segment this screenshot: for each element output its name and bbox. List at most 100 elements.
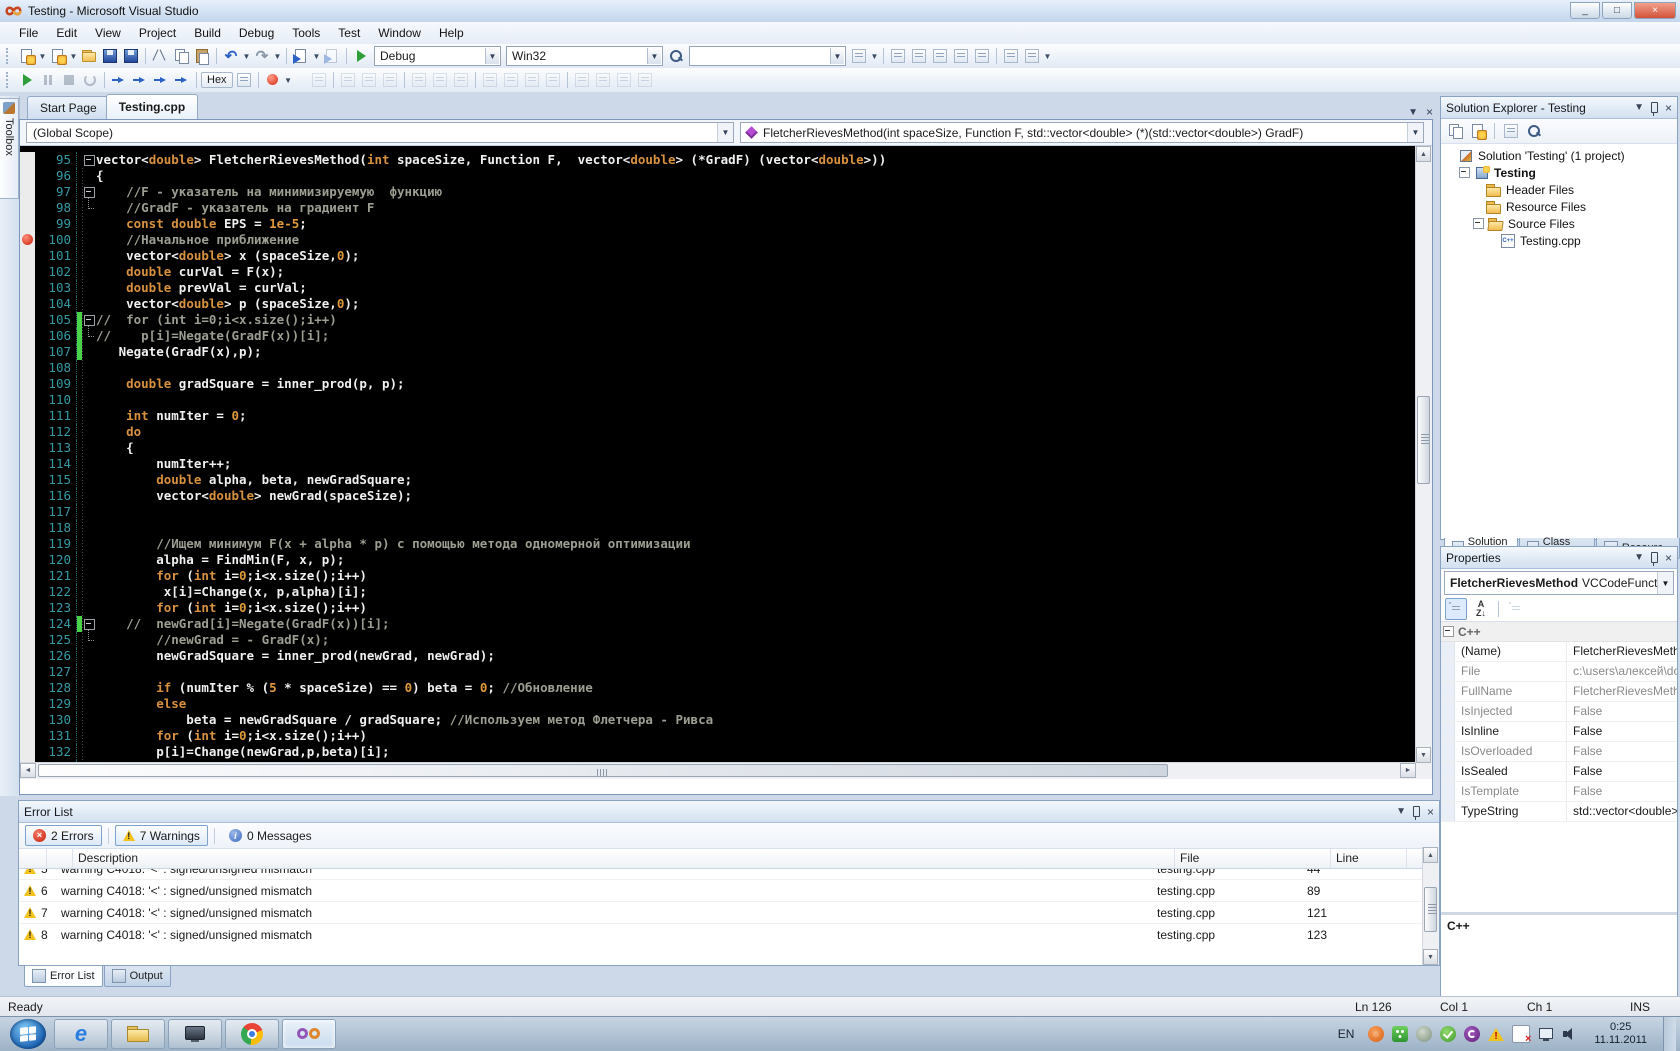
breakpoint-margin[interactable] [20, 360, 35, 376]
code-line[interactable]: 111 int numIter = 0; [20, 408, 886, 424]
breakpoint-margin[interactable] [20, 504, 35, 520]
breakpoint-margin[interactable] [20, 696, 35, 712]
window-position-icon[interactable]: ▼ [1396, 806, 1406, 817]
breakpoint-margin[interactable] [20, 632, 35, 648]
taskbar-internet-explorer[interactable]: e [54, 1019, 108, 1049]
breakpoint-margin[interactable] [20, 664, 35, 680]
continue-icon[interactable] [17, 70, 37, 90]
breakpoint-margin[interactable] [20, 616, 35, 632]
extension-manager-icon[interactable] [1022, 46, 1042, 66]
close-panel-icon[interactable]: × [1665, 551, 1672, 565]
property-row-istemplate[interactable]: IsTemplate False [1441, 782, 1677, 802]
code-line[interactable]: 97 //F - указатель на минимизируемую фун… [20, 184, 886, 200]
tab-testing-cpp[interactable]: Testing.cpp [105, 94, 199, 119]
property-row-fullname[interactable]: FullNameFletcherRievesMethod [1441, 682, 1677, 702]
tray-icon-orange[interactable] [1368, 1026, 1385, 1042]
code-line[interactable]: 112 do [20, 424, 886, 440]
properties-category[interactable]: C++ [1441, 622, 1677, 642]
breakpoint-margin[interactable] [20, 264, 35, 280]
tray-icon-volume[interactable] [1562, 1026, 1578, 1042]
tray-icon-downloader[interactable] [1392, 1026, 1409, 1042]
code-line[interactable]: 99 const double EPS = 1e-5; [20, 216, 886, 232]
code-line[interactable]: 105 // for (int i=0;i<x.size();i++) [20, 312, 886, 328]
save-icon[interactable] [100, 46, 120, 66]
start-page-icon[interactable] [1001, 46, 1021, 66]
chevron-down-icon[interactable]: ▼ [1657, 572, 1673, 594]
property-value[interactable]: False [1567, 762, 1677, 781]
properties-window-icon[interactable] [909, 46, 929, 66]
breakpoint-margin[interactable] [20, 440, 35, 456]
scroll-down-icon[interactable]: ▼ [1416, 747, 1431, 763]
close-panel-icon[interactable]: × [1427, 805, 1434, 819]
solution-platforms-combo[interactable]: Win32 ▼ [506, 46, 663, 66]
property-row-file[interactable]: Filec:\users\алексей\docu [1441, 662, 1677, 682]
paste-icon[interactable] [192, 46, 212, 66]
code-line[interactable]: 107 Negate(GradF(x),p); [20, 344, 886, 360]
step-into-icon[interactable] [130, 70, 150, 90]
code-line[interactable]: 101 vector<double> x (spaceSize,0); [20, 248, 886, 264]
error-row[interactable]: 7 warning C4018: '<' : signed/unsigned mi… [19, 902, 1439, 924]
auto-hide-pin-icon[interactable] [1650, 102, 1658, 116]
view-code-icon[interactable] [1501, 121, 1521, 141]
code-line[interactable]: 124 // newGrad[i]=Negate(GradF(x))[i]; [20, 616, 886, 632]
code-line[interactable]: 96 { [20, 168, 886, 184]
dock-tab-error-list[interactable]: Error List [24, 966, 103, 987]
properties-object-dropdown[interactable]: FletcherRievesMethod VCCodeFunction ▼ [1444, 571, 1674, 595]
scroll-down-icon[interactable]: ▼ [1423, 949, 1438, 965]
properties-title-bar[interactable]: Properties ▼ × [1441, 547, 1677, 569]
property-value[interactable]: False [1567, 702, 1677, 721]
object-browser-icon[interactable] [930, 46, 950, 66]
toolbox-tab[interactable]: Toolbox [0, 98, 19, 199]
tree-item-source-files[interactable]: Source Files [1441, 215, 1677, 232]
taskbar-visual-studio[interactable] [282, 1019, 336, 1049]
show-next-statement-icon[interactable] [109, 70, 129, 90]
breakpoint-margin[interactable] [20, 488, 35, 504]
step-out-icon[interactable] [172, 70, 192, 90]
start-button[interactable] [10, 1019, 46, 1049]
breakpoint-margin[interactable] [20, 744, 35, 760]
code-line[interactable]: 100 //Начальное приближение [20, 232, 886, 248]
redo-icon-dropdown[interactable]: ▼ [273, 46, 282, 66]
breakpoint-margin[interactable] [20, 184, 35, 200]
breakpoint-margin[interactable] [20, 408, 35, 424]
find-in-files-icon-dropdown[interactable]: ▼ [870, 46, 879, 66]
tray-icon-shield-check[interactable] [1440, 1026, 1457, 1042]
taskbar-chrome[interactable] [225, 1019, 279, 1049]
breakpoint-margin[interactable] [20, 344, 35, 360]
code-line[interactable]: 126 newGradSquare = inner_prod(newGrad, … [20, 648, 886, 664]
horizontal-scroll-thumb[interactable] [38, 764, 1168, 777]
code-line[interactable]: 106 // p[i]=Negate(GradF(x))[i]; [20, 326, 886, 344]
window-position-icon[interactable]: ▼ [1634, 102, 1644, 113]
code-line[interactable]: 118 [20, 520, 886, 536]
scroll-left-icon[interactable]: ◄ [20, 763, 36, 778]
tree-item-header-files[interactable]: Header Files [1441, 181, 1677, 198]
find-combo[interactable]: ▼ [689, 46, 846, 66]
collapse-box-icon[interactable] [84, 155, 95, 166]
tray-icon-purple-swirl[interactable] [1464, 1026, 1481, 1042]
code-line[interactable]: 125 //newGrad = - GradF(x); [20, 630, 886, 648]
breakpoint-margin[interactable] [20, 584, 35, 600]
tray-icon-network[interactable] [1538, 1026, 1554, 1042]
property-value[interactable]: std::vector<double> [1567, 802, 1677, 821]
collapse-box-icon[interactable] [84, 187, 95, 198]
toolbar-grip[interactable] [6, 48, 12, 64]
property-row-isoverloaded[interactable]: IsOverloaded False [1441, 742, 1677, 762]
warnings-filter-button[interactable]: 7 Warnings [114, 825, 208, 846]
error-row[interactable]: 8 warning C4018: '<' : signed/unsigned mi… [19, 924, 1439, 942]
error-row[interactable]: 6 warning C4018: '<' : signed/unsigned mi… [19, 880, 1439, 902]
column-line[interactable]: Line [1331, 849, 1407, 868]
scope-dropdown[interactable]: (Global Scope) ▼ [26, 122, 734, 143]
error-list-toggle-icon[interactable] [972, 46, 992, 66]
minimize-button[interactable]: _ [1570, 2, 1600, 19]
code-line[interactable]: 121 for (int i=0;i<x.size();i++) [20, 568, 886, 584]
breakpoint-margin[interactable] [20, 216, 35, 232]
category-expander-icon[interactable] [1443, 626, 1454, 637]
menu-file[interactable]: File [10, 23, 47, 43]
property-pages-icon[interactable] [1506, 599, 1526, 619]
new-project-icon[interactable] [17, 46, 37, 66]
error-list-title-bar[interactable]: Error List ▼ × [19, 801, 1439, 823]
code-line[interactable]: 114 numIter++; [20, 456, 886, 472]
close-button[interactable]: × [1634, 2, 1676, 19]
editor-horizontal-scrollbar[interactable]: ◄ ► [20, 762, 1416, 779]
code-line[interactable]: 116 vector<double> newGrad(spaceSize); [20, 488, 886, 504]
